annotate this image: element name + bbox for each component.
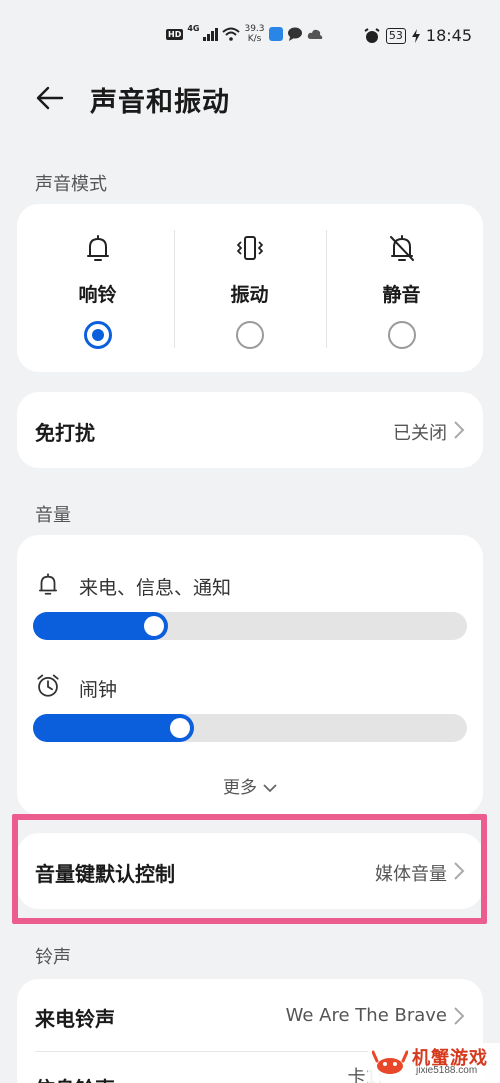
clock: 18:45 xyxy=(425,26,472,45)
mode-label-silent: 静音 xyxy=(382,284,421,306)
vibrate-icon xyxy=(237,236,263,260)
bell-icon xyxy=(38,573,58,595)
highlight-frame xyxy=(12,814,487,924)
ringtone-section-label: 铃声 xyxy=(35,947,71,968)
chat-icon xyxy=(287,27,302,41)
signal-icon xyxy=(203,27,219,41)
battery-level: 53 xyxy=(385,27,406,44)
chevron-right-icon xyxy=(454,1007,465,1025)
crab-logo-icon xyxy=(372,1050,408,1074)
speed-value: 39.3 xyxy=(244,24,265,34)
volume-section-label: 音量 xyxy=(35,505,71,526)
speed-unit: K/s xyxy=(247,34,262,44)
more-label: 更多 xyxy=(223,778,257,798)
status-right: 53 18:45 xyxy=(364,26,472,45)
radio-ring[interactable] xyxy=(84,321,112,349)
sound-mode-section-label: 声音模式 xyxy=(35,174,107,195)
ring-volume-slider[interactable] xyxy=(33,612,467,640)
incoming-ringtone-title: 来电铃声 xyxy=(35,1007,115,1031)
alarm-clock-icon xyxy=(37,674,59,697)
status-bar: HD 4G 39.3 K/s 53 18:45 xyxy=(0,22,500,52)
hd-badge: HD xyxy=(166,28,184,40)
cloud-icon xyxy=(307,29,322,39)
network-type: 4G xyxy=(187,24,200,33)
dnd-title: 免打扰 xyxy=(35,421,95,445)
app-notification-icon xyxy=(268,27,283,41)
alarm-icon xyxy=(364,27,380,43)
bell-icon xyxy=(87,235,109,261)
alarm-volume-slider[interactable] xyxy=(33,714,467,742)
message-ringtone-title: 信息铃声 xyxy=(35,1073,115,1083)
slider-knob[interactable] xyxy=(144,616,164,636)
sound-mode-card: 响铃 振动 静音 xyxy=(17,204,483,372)
chevron-right-icon xyxy=(454,421,465,439)
ring-volume-label: 来电、信息、通知 xyxy=(79,577,232,599)
page-title: 声音和振动 xyxy=(90,87,230,118)
mode-option-ring[interactable]: 响铃 xyxy=(20,204,175,372)
mode-label-ring: 响铃 xyxy=(78,284,117,306)
more-button[interactable]: 更多 xyxy=(17,773,483,798)
volume-card: 来电、信息、通知 闹钟 更多 xyxy=(17,535,483,815)
charging-icon xyxy=(411,28,420,43)
chevron-down-icon xyxy=(263,784,277,793)
mode-option-vibrate[interactable]: 振动 xyxy=(172,204,327,372)
wifi-icon xyxy=(222,27,241,41)
watermark-url: jixie5188.com xyxy=(416,1065,478,1076)
mode-label-vibrate: 振动 xyxy=(230,284,269,306)
radio-silent[interactable] xyxy=(388,321,416,349)
dnd-value: 已关闭 xyxy=(393,423,447,444)
watermark: 机蟹游戏 jixie5188.com xyxy=(368,1043,500,1083)
back-arrow-icon[interactable] xyxy=(34,82,66,114)
network-speed: 39.3 K/s xyxy=(244,24,264,44)
dnd-row[interactable]: 免打扰 已关闭 xyxy=(17,392,483,468)
incoming-ringtone-value: We Are The Brave xyxy=(285,1005,447,1026)
slider-knob[interactable] xyxy=(170,718,190,738)
status-left: HD 4G 39.3 K/s xyxy=(166,24,323,44)
alarm-volume-label: 闹钟 xyxy=(79,679,118,701)
radio-vibrate[interactable] xyxy=(236,321,264,349)
bell-off-icon xyxy=(390,235,414,261)
mode-option-silent[interactable]: 静音 xyxy=(324,204,479,372)
